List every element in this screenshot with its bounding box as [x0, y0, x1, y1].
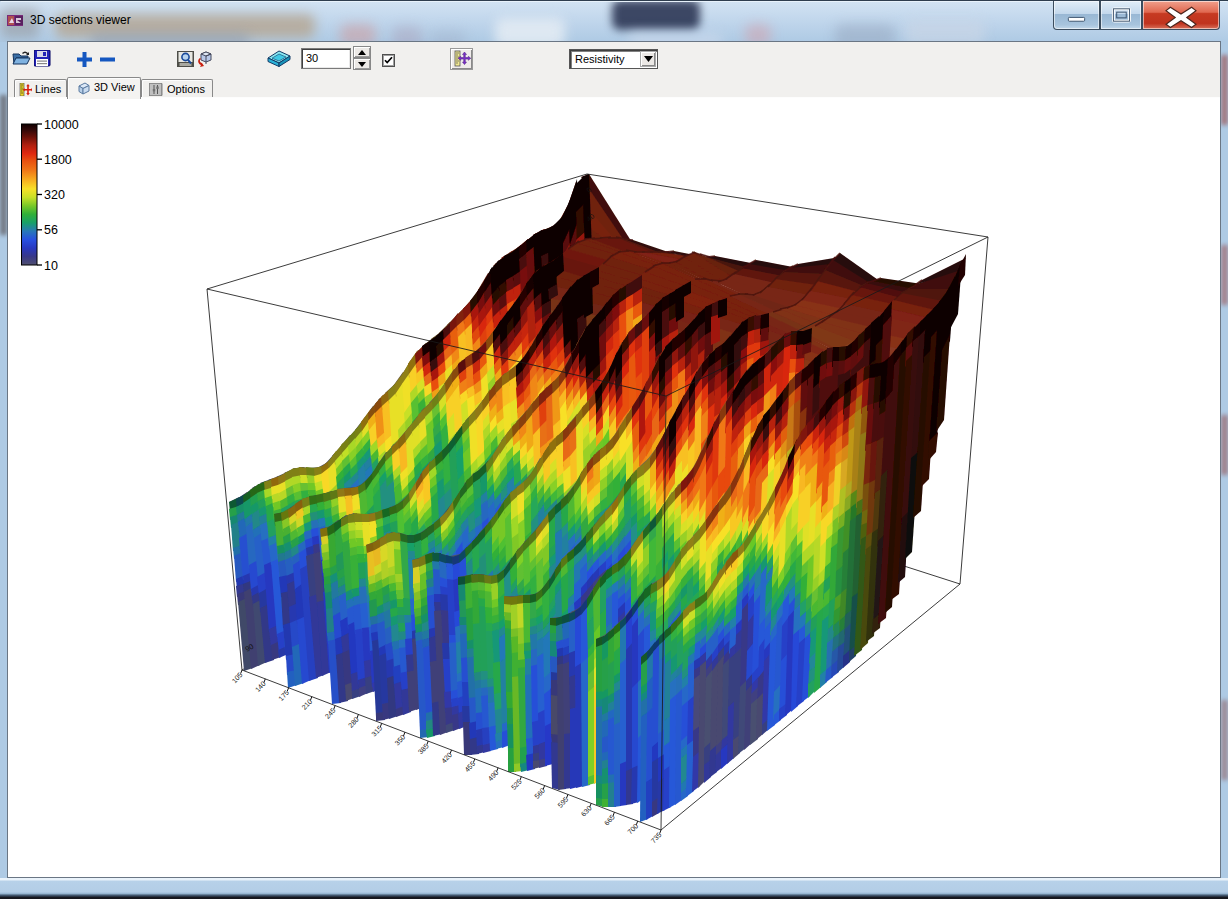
svg-text:175: 175 — [277, 689, 290, 702]
svg-text:280: 280 — [347, 715, 360, 728]
svg-text:350: 350 — [393, 733, 406, 746]
svg-text:140: 140 — [254, 680, 267, 693]
svg-text:560: 560 — [533, 787, 546, 800]
svg-text:105: 105 — [231, 671, 244, 684]
svg-text:385: 385 — [417, 742, 430, 755]
svg-text:700: 700 — [626, 822, 639, 835]
svg-text:420: 420 — [440, 751, 453, 764]
svg-text:315: 315 — [370, 724, 383, 737]
svg-text:630: 630 — [580, 804, 593, 817]
svg-text:245: 245 — [324, 707, 337, 720]
svg-text:595: 595 — [556, 795, 569, 808]
svg-text:455: 455 — [463, 760, 476, 773]
svg-text:210: 210 — [300, 698, 313, 711]
svg-text:525: 525 — [510, 778, 523, 791]
svg-text:665: 665 — [603, 813, 616, 826]
svg-text:490: 490 — [487, 769, 500, 782]
svg-text:735: 735 — [650, 831, 663, 844]
